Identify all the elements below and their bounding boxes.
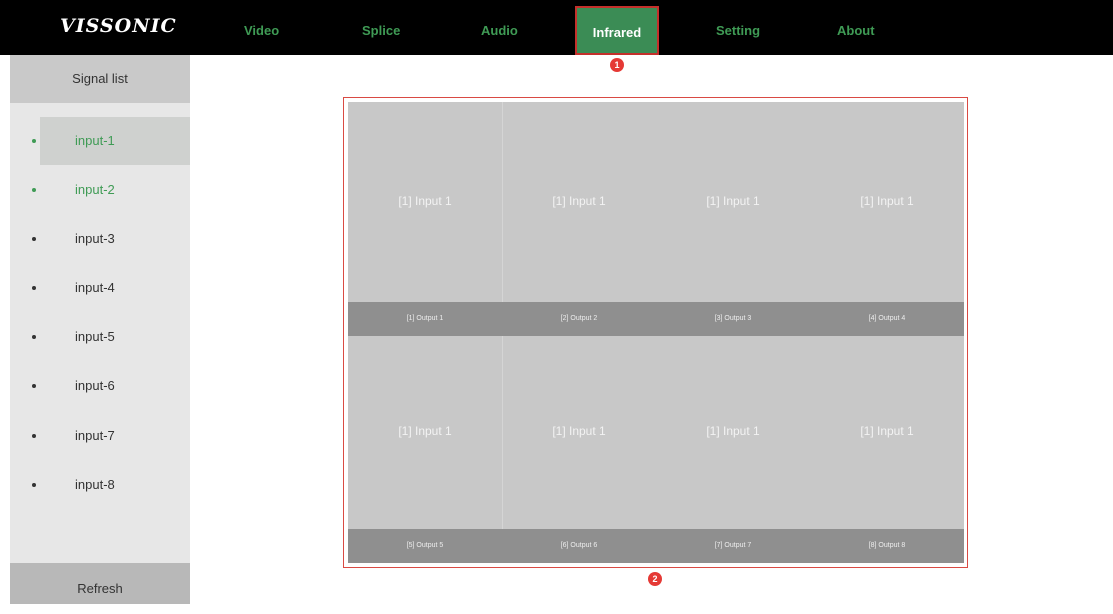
bullet-icon [32,237,36,241]
bullet-icon [32,335,36,339]
signal-label: input-6 [75,378,115,393]
signal-item-input-2[interactable]: input-2 [10,166,190,214]
cell-output-label: [5] Output 5 [348,529,502,563]
bullet-icon [32,384,36,388]
cell-input-label: [1] Input 1 [706,194,760,208]
bullet-icon [32,188,36,192]
cell-output-label: [6] Output 6 [502,529,656,563]
bullet-icon [32,434,36,438]
cell-input-label: [1] Input 1 [860,424,914,438]
output-cell-2[interactable]: [1] Input 1 [2] Output 2 [502,102,656,336]
bullet-icon [32,483,36,487]
output-cell-5[interactable]: [1] Input 1 [5] Output 5 [348,336,502,563]
nav-video[interactable]: Video [244,0,279,55]
cell-output-label: [4] Output 4 [810,302,964,336]
refresh-button[interactable]: Refresh [10,563,190,604]
signal-label: input-5 [75,329,115,344]
output-cell-8[interactable]: [1] Input 1 [8] Output 8 [810,336,964,563]
nav-about[interactable]: About [837,0,875,55]
cell-input-label: [1] Input 1 [552,194,606,208]
output-cell-3[interactable]: [1] Input 1 [3] Output 3 [656,102,810,336]
cell-output-label: [7] Output 7 [656,529,810,563]
cell-input-label: [1] Input 1 [706,424,760,438]
cell-input-label: [1] Input 1 [398,194,452,208]
signal-sidebar: Signal list input-1 input-2 input-3 inpu… [10,55,190,604]
nav-audio[interactable]: Audio [481,0,518,55]
nav-splice[interactable]: Splice [362,0,400,55]
output-cell-6[interactable]: [1] Input 1 [6] Output 6 [502,336,656,563]
selected-highlight [40,117,190,165]
signal-item-input-4[interactable]: input-4 [10,264,190,312]
signal-label: input-7 [75,428,115,443]
annotation-badge-2: 2 [648,572,662,586]
signal-label: input-1 [75,133,115,148]
signal-label: input-3 [75,231,115,246]
signal-item-input-5[interactable]: input-5 [10,313,190,361]
signal-list-header: Signal list [10,55,190,103]
nav-setting[interactable]: Setting [716,0,760,55]
top-nav-bar: VISSONIC Video Splice Audio Infrared Set… [0,0,1113,55]
bullet-icon [32,286,36,290]
cell-divider [502,102,503,336]
signal-label: input-2 [75,182,115,197]
cell-output-label: [8] Output 8 [810,529,964,563]
output-cell-1[interactable]: [1] Input 1 [1] Output 1 [348,102,502,336]
output-cell-7[interactable]: [1] Input 1 [7] Output 7 [656,336,810,563]
nav-infrared[interactable]: Infrared [575,6,659,55]
signal-item-input-7[interactable]: input-7 [10,412,190,460]
output-grid-frame: [1] Input 1 [1] Output 1 [1] Input 1 [2]… [343,97,968,568]
signal-label: input-4 [75,280,115,295]
cell-input-label: [1] Input 1 [398,424,452,438]
bullet-icon [32,139,36,143]
signal-item-input-1[interactable]: input-1 [10,117,190,165]
annotation-badge-1: 1 [610,58,624,72]
signal-item-input-3[interactable]: input-3 [10,215,190,263]
cell-input-label: [1] Input 1 [552,424,606,438]
cell-output-label: [3] Output 3 [656,302,810,336]
cell-output-label: [2] Output 2 [502,302,656,336]
output-cell-4[interactable]: [1] Input 1 [4] Output 4 [810,102,964,336]
cell-output-label: [1] Output 1 [348,302,502,336]
signal-label: input-8 [75,477,115,492]
signal-item-input-8[interactable]: input-8 [10,461,190,509]
signal-item-input-6[interactable]: input-6 [10,362,190,410]
cell-input-label: [1] Input 1 [860,194,914,208]
brand-logo: VISSONIC [60,15,177,37]
